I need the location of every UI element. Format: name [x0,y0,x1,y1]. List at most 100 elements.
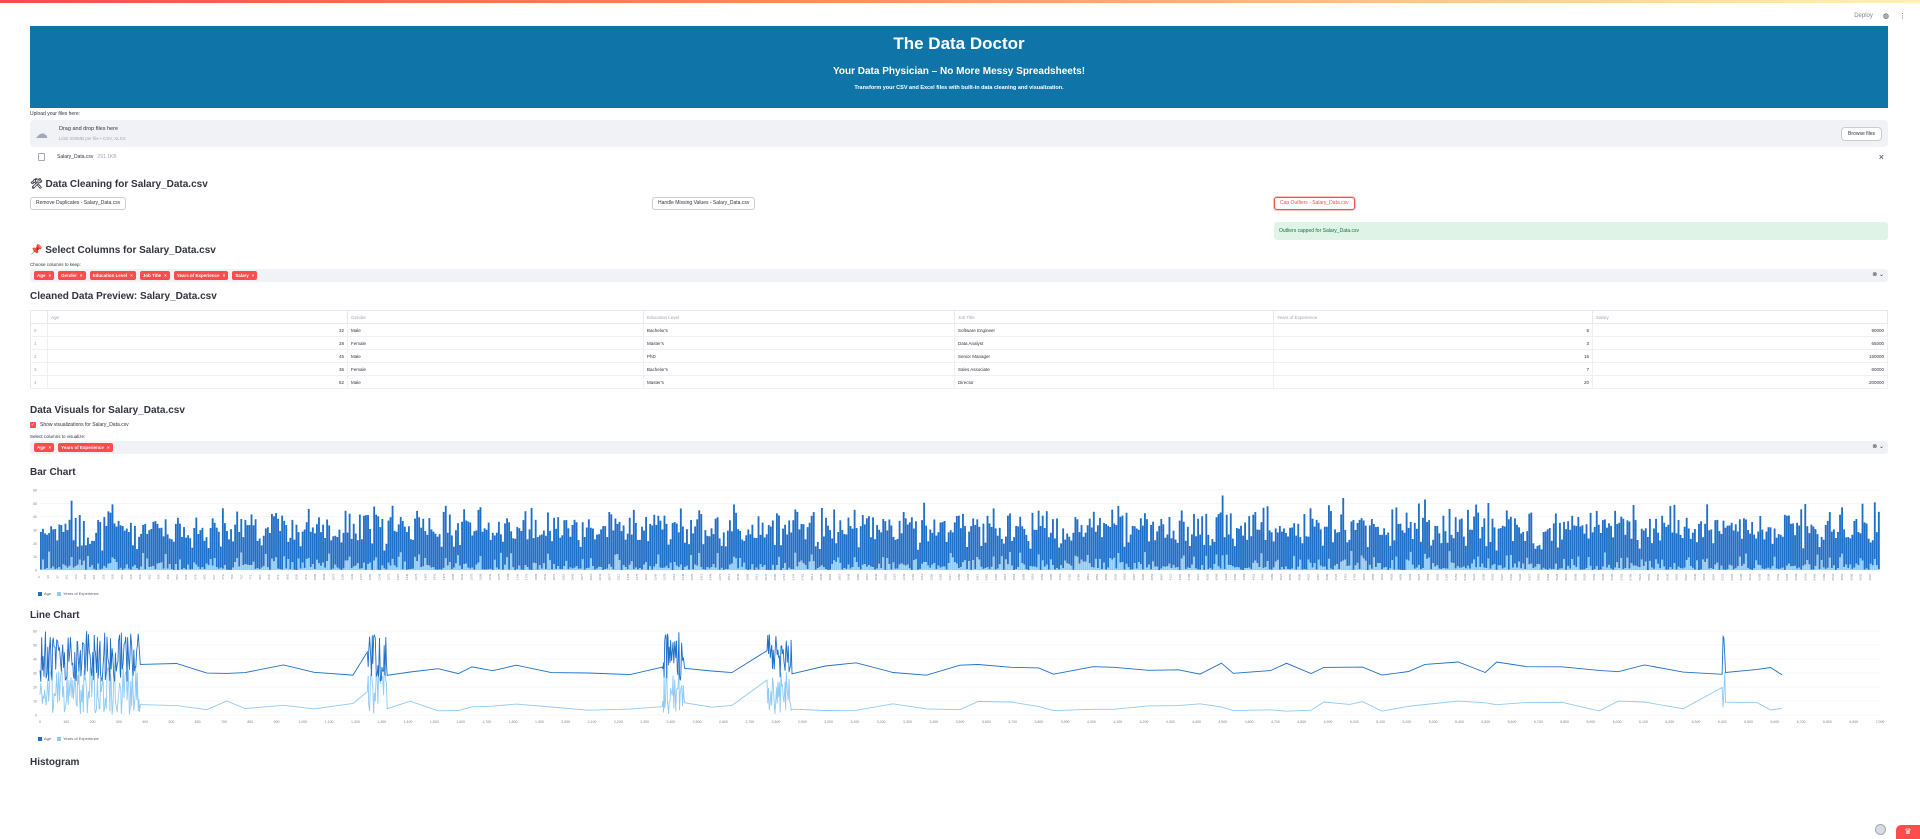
bar-age[interactable] [1303,514,1306,570]
bar-experience[interactable] [510,553,513,570]
bar-age[interactable] [132,545,134,567]
bar-experience[interactable] [78,559,81,570]
bar-experience[interactable] [1626,557,1629,570]
bar-age[interactable] [397,524,400,557]
bar-experience[interactable] [818,566,821,570]
bar-age[interactable] [1191,534,1193,565]
bar-experience[interactable] [947,562,950,570]
bar-age[interactable] [1634,520,1637,566]
bar-age[interactable] [937,532,940,566]
bar-experience[interactable] [1798,567,1801,570]
bar-experience[interactable] [166,568,169,570]
bar-experience[interactable] [395,567,398,570]
bar-experience[interactable] [1824,568,1827,570]
bar-experience[interactable] [1154,566,1157,570]
table-row[interactable]: 2 45 Male PhD Senior Manager 15 150000 [30,349,1888,363]
bar-experience[interactable] [919,568,921,570]
bar-age[interactable] [1640,528,1643,560]
bar-age[interactable] [1399,523,1402,570]
bar-age[interactable] [1538,544,1541,565]
bar-experience[interactable] [217,568,220,570]
bar-age[interactable] [1759,516,1762,566]
bar-age[interactable] [1049,532,1052,560]
bar-experience[interactable] [401,569,404,570]
bar-age[interactable] [129,522,132,570]
bar-experience[interactable] [1450,562,1453,570]
bar-experience[interactable] [1436,565,1439,570]
github-icon[interactable]: ◍ [1883,12,1889,20]
bar-age[interactable] [1260,522,1263,554]
bar-experience[interactable] [1808,564,1811,570]
bar-age[interactable] [1115,524,1118,569]
bar-experience[interactable] [54,568,57,570]
bar-experience[interactable] [1550,569,1553,570]
bar-experience[interactable] [665,565,668,570]
tag-education-level[interactable]: Education Level × [89,271,136,280]
bar-age[interactable] [647,541,650,570]
bar-experience[interactable] [1017,566,1020,570]
bar-experience[interactable] [1186,567,1189,570]
bar-age[interactable] [1072,532,1075,570]
bar-experience[interactable] [1076,556,1079,570]
bar-age[interactable] [1800,509,1803,570]
bar-experience[interactable] [1755,560,1758,570]
bar-age[interactable] [861,515,864,565]
bar-experience[interactable] [1653,568,1655,570]
bar-age[interactable] [506,518,508,558]
bar-experience[interactable] [898,564,901,570]
bar-age[interactable] [1743,518,1745,564]
bar-age[interactable] [1000,538,1003,557]
bar-age[interactable] [684,542,686,567]
bar-age[interactable] [1154,540,1157,567]
bar-age[interactable] [1704,523,1707,563]
bar-experience[interactable] [1460,567,1463,570]
bar-experience[interactable] [1651,567,1653,570]
bar-experience[interactable] [1779,568,1782,570]
bar-experience[interactable] [692,569,695,570]
tag-salary[interactable]: Salary × [232,271,258,280]
bar-experience[interactable] [939,567,942,570]
bar-age[interactable] [1467,509,1469,566]
bar-experience[interactable] [105,567,108,570]
bar-age[interactable] [827,525,829,570]
bar-experience[interactable] [1604,552,1606,570]
bar-age[interactable] [966,546,968,570]
bar-age[interactable] [1458,519,1461,568]
bar-experience[interactable] [1855,563,1858,570]
bar-age[interactable] [371,543,374,570]
bar-experience[interactable] [1747,567,1749,570]
bar-age[interactable] [1395,507,1398,557]
bar-experience[interactable] [238,566,241,570]
bar-age[interactable] [111,504,114,558]
bar-age[interactable] [1573,525,1576,566]
bar-age[interactable] [671,522,674,570]
bar-age[interactable] [1616,524,1619,563]
bar-age[interactable] [882,519,885,558]
bar-experience[interactable] [622,565,625,570]
bar-experience[interactable] [1417,564,1420,570]
bar-age[interactable] [1078,532,1081,564]
bar-age[interactable] [381,518,384,566]
bar-experience[interactable] [414,556,416,570]
bar-experience[interactable] [1841,553,1843,570]
table-cell[interactable]: Male [347,375,644,389]
bar-experience[interactable] [1706,558,1709,570]
bar-age[interactable] [264,528,267,554]
bar-age[interactable] [831,538,834,564]
bar-experience[interactable] [125,564,128,570]
bar-age[interactable] [1644,528,1647,562]
bar-experience[interactable] [1749,569,1751,570]
bar-experience[interactable] [1440,569,1443,570]
bar-age[interactable] [692,533,695,570]
bar-age[interactable] [1319,529,1322,566]
bar-age[interactable] [1659,540,1662,569]
bar-age[interactable] [1718,531,1721,570]
bar-experience[interactable] [1512,567,1514,570]
bar-experience[interactable] [1708,568,1711,570]
bar-experience[interactable] [1379,563,1381,570]
bar-experience[interactable] [354,565,357,570]
bar-age[interactable] [1665,526,1668,570]
bar-age[interactable] [1368,525,1371,565]
bar-age[interactable] [641,526,643,570]
bar-experience[interactable] [1260,553,1263,570]
